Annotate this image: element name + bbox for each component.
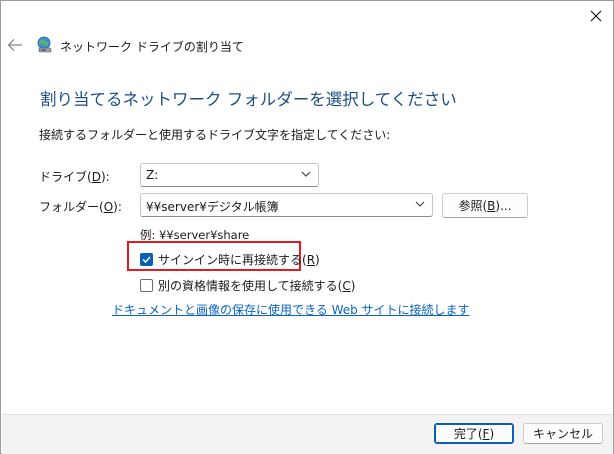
window-title: ネットワーク ドライブの割り当て	[60, 40, 244, 54]
browse-button[interactable]: 参照(B)...	[442, 193, 528, 218]
folder-combobox[interactable]: ¥¥server¥デジタル帳簿	[140, 193, 433, 217]
drive-select[interactable]: Z:	[140, 163, 319, 187]
folder-combobox-value: ¥¥server¥デジタル帳簿	[146, 200, 279, 214]
reconnect-label: サインイン時に再接続する(R)	[158, 253, 320, 267]
chevron-down-icon	[301, 171, 311, 177]
other-credentials-label: 別の資格情報を使用して接続する(C)	[158, 279, 356, 293]
close-icon	[590, 10, 602, 22]
chevron-down-icon	[415, 201, 425, 207]
finish-button[interactable]: 完了(F)	[434, 423, 514, 444]
folder-label: フォルダー(O):	[39, 200, 122, 214]
website-link[interactable]: ドキュメントと画像の保存に使用できる Web サイトに接続します	[112, 301, 470, 318]
drive-label: ドライブ(D):	[39, 170, 110, 184]
back-arrow-icon	[7, 39, 22, 51]
checkmark-icon	[142, 256, 151, 264]
cancel-button[interactable]: キャンセル	[523, 423, 603, 444]
other-credentials-checkbox[interactable]: 別の資格情報を使用して接続する(C)	[140, 277, 355, 294]
close-button[interactable]	[585, 5, 607, 27]
drive-select-value: Z:	[146, 168, 159, 182]
instructions-text: 接続するフォルダーと使用するドライブ文字を指定してください:	[39, 128, 391, 142]
page-heading: 割り当てるネットワーク フォルダーを選択してください	[40, 90, 457, 109]
back-button[interactable]	[7, 37, 27, 55]
checkbox-checked[interactable]	[140, 253, 153, 266]
network-drive-icon	[36, 36, 54, 54]
dialog-footer	[2, 414, 613, 454]
reconnect-checkbox[interactable]: サインイン時に再接続する(R)	[140, 251, 320, 268]
map-network-drive-dialog: ネットワーク ドライブの割り当て 割り当てるネットワーク フォルダーを選択してく…	[0, 0, 614, 454]
checkbox-unchecked[interactable]	[140, 279, 153, 292]
